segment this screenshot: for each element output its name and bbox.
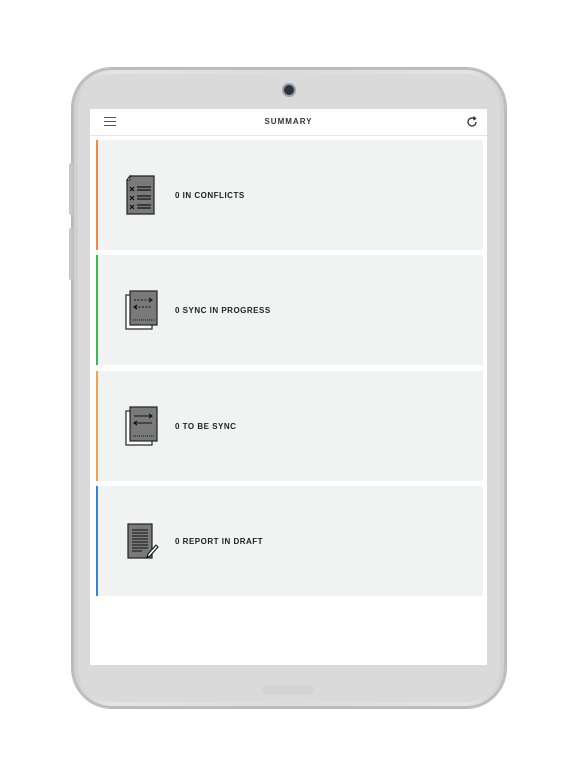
page-title: SUMMARY <box>264 117 313 126</box>
volume-up-side-button <box>69 163 73 215</box>
app-screen: SUMMARY 0 IN CONFLICTS 0 SYNC IN PROGRES… <box>90 109 487 665</box>
card-report-in-draft[interactable]: 0 REPORT IN DRAFT <box>96 486 483 596</box>
card-sync-in-progress[interactable]: 0 SYNC IN PROGRESS <box>96 255 483 365</box>
home-button <box>262 685 314 695</box>
card-to-be-sync[interactable]: 0 TO BE SYNC <box>96 371 483 481</box>
report-draft-icon <box>127 523 159 559</box>
card-label: 0 SYNC IN PROGRESS <box>175 306 271 315</box>
refresh-icon[interactable] <box>465 115 479 129</box>
conflicts-document-icon <box>126 174 155 215</box>
front-camera <box>284 85 294 95</box>
sync-progress-icon <box>125 290 158 330</box>
card-in-conflicts[interactable]: 0 IN CONFLICTS <box>96 140 483 250</box>
card-label: 0 IN CONFLICTS <box>175 191 245 200</box>
card-label: 0 TO BE SYNC <box>175 422 237 431</box>
screen-footer <box>90 629 487 665</box>
app-header: SUMMARY <box>90 109 487 136</box>
card-label: 0 REPORT IN DRAFT <box>175 537 264 546</box>
volume-down-side-button <box>69 228 73 280</box>
to-be-sync-icon <box>125 406 158 446</box>
